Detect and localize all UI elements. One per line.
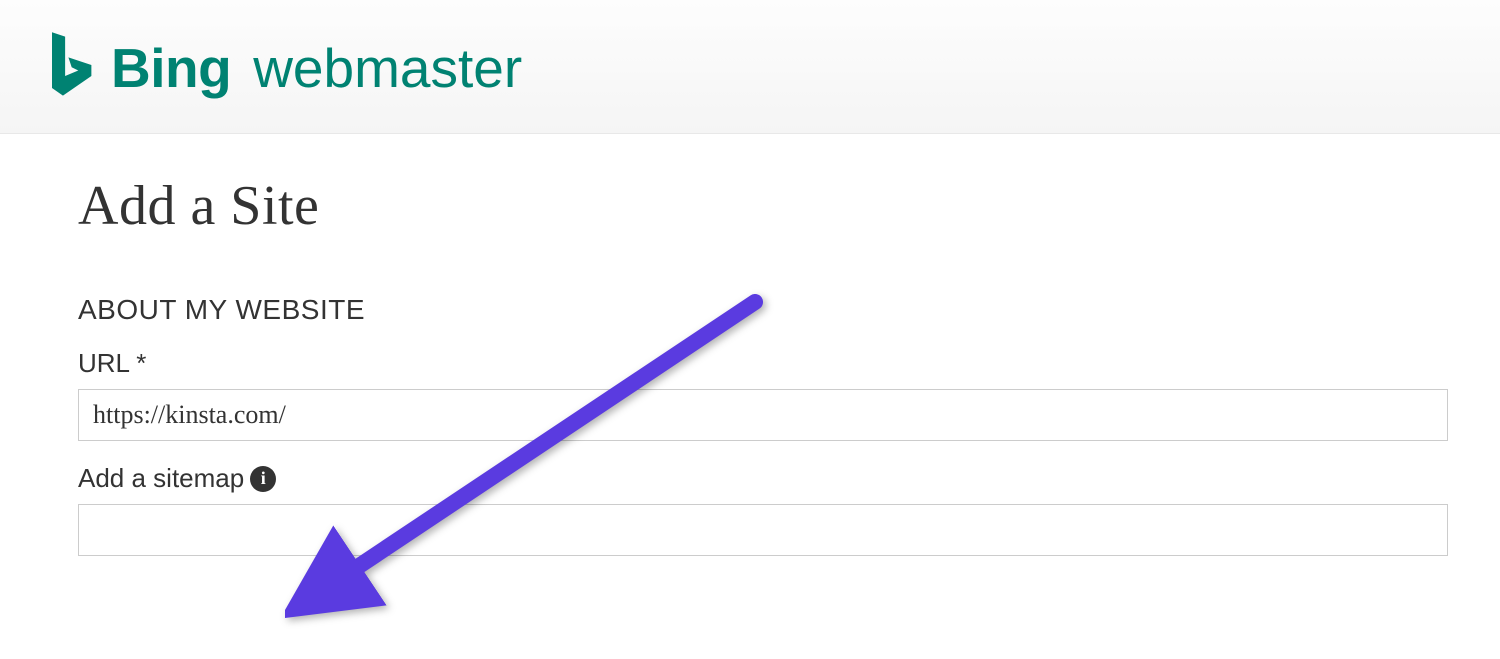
header: Bing webmaster <box>0 0 1500 134</box>
sitemap-input[interactable] <box>78 504 1448 556</box>
brand-webmaster: webmaster <box>253 36 522 100</box>
content: Add a Site ABOUT MY WEBSITE URL * Add a … <box>0 134 1500 556</box>
section-about-website: ABOUT MY WEBSITE <box>78 294 1422 326</box>
info-icon[interactable]: i <box>250 466 276 492</box>
brand-bing: Bing <box>111 36 231 100</box>
page-title: Add a Site <box>78 174 1422 238</box>
sitemap-label: Add a sitemap i <box>78 463 1422 494</box>
url-label: URL * <box>78 348 1422 379</box>
bing-logo-icon <box>42 30 97 105</box>
sitemap-label-text: Add a sitemap <box>78 463 244 494</box>
url-input[interactable] <box>78 389 1448 441</box>
